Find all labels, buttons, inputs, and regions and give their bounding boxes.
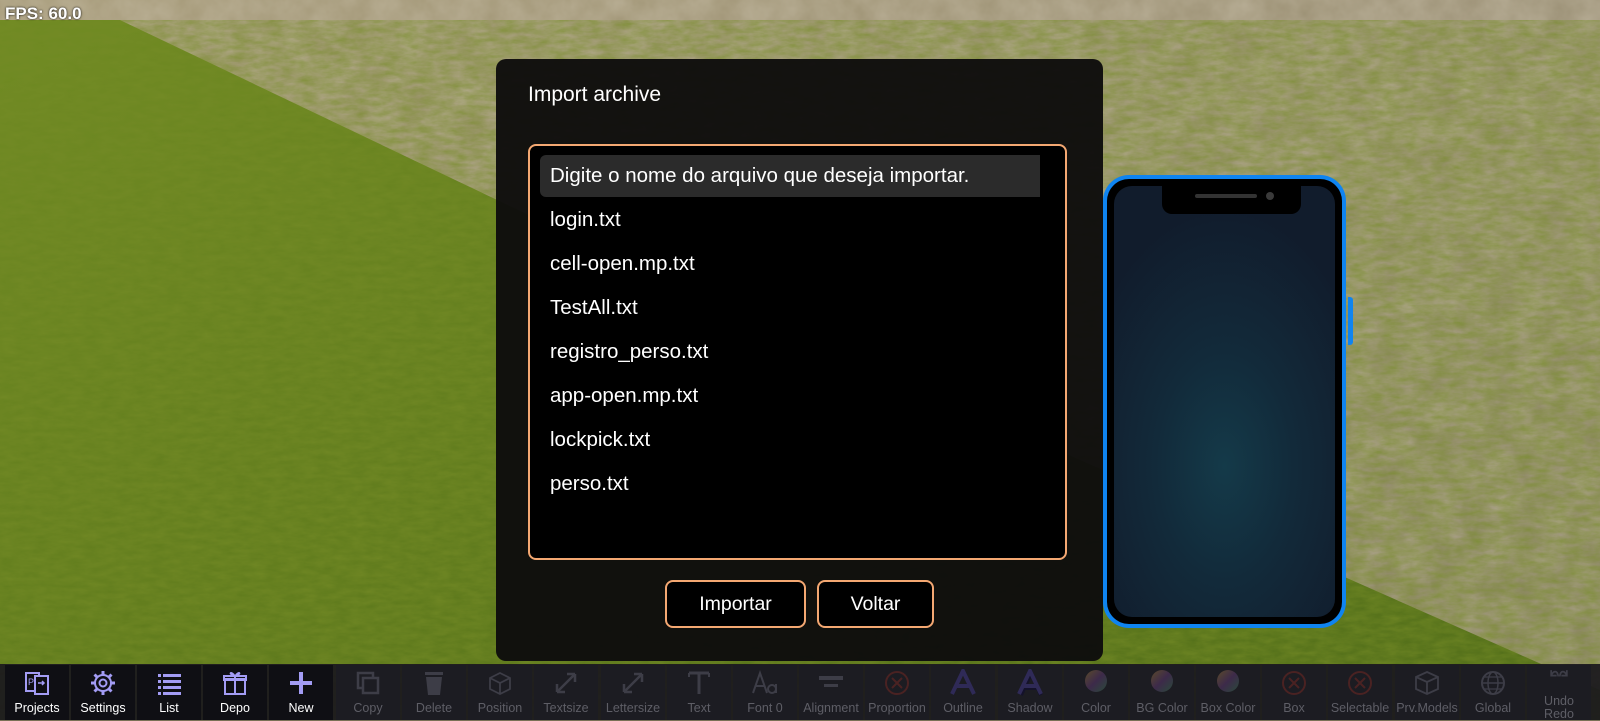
outline-button[interactable]: Outline: [931, 665, 995, 720]
bg-color-label: BG Color: [1136, 701, 1188, 715]
new-button[interactable]: New: [269, 665, 333, 720]
trash-icon: [425, 672, 443, 695]
copy-icon: [356, 671, 380, 695]
import-button[interactable]: Importar: [665, 580, 806, 628]
settings-label: Settings: [80, 701, 126, 715]
font-icon: [752, 669, 777, 694]
color-wheel-icon: [1085, 670, 1107, 692]
textsize-label: Textsize: [543, 701, 589, 715]
new-label: New: [288, 701, 314, 715]
phone-side-button: [1348, 297, 1353, 345]
projects-button[interactable]: P Projects: [5, 665, 69, 720]
file-list-item[interactable]: cell-open.mp.txt: [540, 243, 1040, 285]
box-color-label: Box Color: [1200, 701, 1256, 715]
depo-button[interactable]: Depo: [203, 665, 267, 720]
shadow-button[interactable]: Shadow: [998, 665, 1062, 720]
x-circle-icon: [1348, 671, 1372, 695]
prv-models-button[interactable]: Prv.Models: [1395, 665, 1459, 720]
position-label: Position: [477, 701, 523, 715]
svg-text:P: P: [28, 677, 34, 687]
file-list-item[interactable]: login.txt: [540, 199, 1040, 241]
delete-button[interactable]: Delete: [402, 665, 466, 720]
gift-icon: [223, 672, 247, 695]
file-list-item[interactable]: app-open.mp.txt: [540, 375, 1040, 417]
textsize-button[interactable]: Textsize: [534, 665, 598, 720]
settings-button[interactable]: Settings: [71, 665, 135, 720]
alignment-label: Alignment: [803, 701, 859, 715]
outline-label: Outline: [943, 701, 983, 715]
outline-icon: [950, 669, 976, 695]
file-list[interactable]: Digite o nome do arquivo que deseja impo…: [528, 144, 1067, 560]
phone-speaker: [1195, 194, 1257, 198]
back-button[interactable]: Voltar: [817, 580, 934, 628]
x-circle-icon: [1282, 671, 1306, 695]
fps-counter: FPS: 60.0: [5, 4, 82, 23]
font-label: Font 0: [747, 701, 783, 715]
x-circle-icon: [885, 671, 909, 695]
dialog-title: Import archive: [528, 83, 662, 106]
alignment-icon: [819, 676, 843, 687]
globe-icon: [1481, 671, 1505, 695]
resize-icon: [555, 672, 577, 694]
global-label: Global: [1474, 701, 1512, 715]
file-list-item[interactable]: lockpick.txt: [540, 419, 1040, 461]
text-label: Text: [687, 701, 711, 715]
text-button[interactable]: Text: [667, 665, 731, 720]
phone-preview: [1103, 175, 1346, 628]
undo-redo-label: Undo Redo: [1544, 694, 1574, 721]
prv-models-label: Prv.Models: [1396, 701, 1458, 715]
text-icon: [688, 671, 710, 694]
selectable-label: Selectable: [1330, 701, 1390, 715]
gear-icon: [91, 671, 115, 695]
resize-icon: [622, 672, 644, 694]
color-label: Color: [1081, 701, 1111, 715]
box-label: Box: [1283, 701, 1305, 715]
alignment-button[interactable]: Alignment: [799, 665, 863, 720]
file-list-item[interactable]: registro_perso.txt: [540, 331, 1040, 373]
copy-label: Copy: [353, 701, 383, 715]
undo-redo-button[interactable]: Undo Redo: [1527, 665, 1591, 721]
phone-screen: [1114, 186, 1335, 617]
bottom-toolbar: P Projects Settings List Depo New Copy D…: [0, 664, 1600, 721]
phone-bezel: [1107, 179, 1342, 624]
cube-icon: [489, 671, 511, 696]
box-button[interactable]: Box: [1262, 665, 1326, 720]
plus-icon: [290, 672, 312, 694]
lettersize-button[interactable]: Lettersize: [601, 665, 665, 720]
copy-button[interactable]: Copy: [336, 665, 400, 720]
shadow-icon: [1017, 669, 1043, 696]
phone-camera: [1266, 192, 1274, 200]
phone-notch: [1162, 179, 1301, 214]
list-label: List: [159, 701, 179, 715]
proportion-label: Proportion: [868, 701, 926, 715]
box-color-button[interactable]: Box Color: [1196, 665, 1260, 720]
list-icon: [158, 674, 181, 695]
bg-color-button[interactable]: BG Color: [1130, 665, 1194, 720]
selectable-button[interactable]: Selectable: [1328, 665, 1392, 720]
file-list-item[interactable]: Digite o nome do arquivo que deseja impo…: [540, 155, 1040, 197]
global-button[interactable]: Global: [1461, 665, 1525, 720]
color-wheel-icon: [1217, 670, 1239, 692]
delete-label: Delete: [415, 701, 453, 715]
file-list-item[interactable]: perso.txt: [540, 463, 1040, 505]
color-wheel-icon: [1151, 670, 1173, 692]
shadow-label: Shadow: [1007, 701, 1053, 715]
projects-label: Projects: [14, 701, 60, 715]
projects-icon: P: [25, 672, 49, 695]
proportion-button[interactable]: Proportion: [865, 665, 929, 720]
list-button[interactable]: List: [137, 665, 201, 720]
lettersize-label: Lettersize: [605, 701, 661, 715]
import-archive-dialog: Import archive Digite o nome do arquivo …: [496, 59, 1103, 661]
font-button[interactable]: Font 0: [733, 665, 797, 720]
model-cube-icon: [1415, 671, 1439, 695]
undo-redo-icon: [1550, 670, 1568, 677]
depo-label: Depo: [220, 701, 250, 715]
file-list-item[interactable]: TestAll.txt: [540, 287, 1040, 329]
color-button[interactable]: Color: [1064, 665, 1128, 720]
position-button[interactable]: Position: [468, 665, 532, 720]
